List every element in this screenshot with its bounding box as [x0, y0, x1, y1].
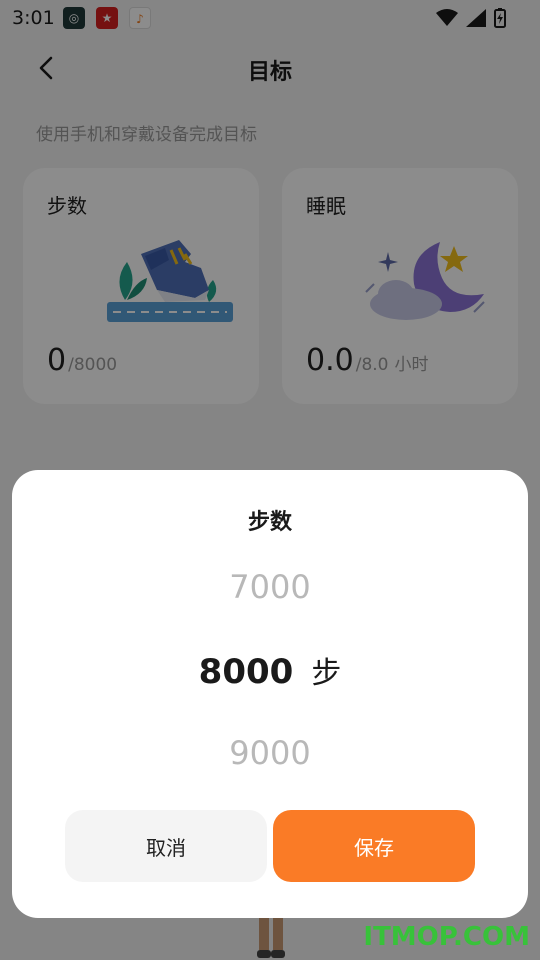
- goal-picker-dialog: 步数 7000 8000 步 9000 取消 保存: [12, 470, 528, 918]
- picker-option-selected[interactable]: 8000 步: [12, 648, 528, 692]
- cancel-button[interactable]: 取消: [65, 810, 267, 882]
- save-button[interactable]: 保存: [273, 810, 475, 882]
- picker-option-next[interactable]: 9000: [12, 734, 528, 772]
- number-picker[interactable]: 7000 8000 步 9000: [12, 560, 528, 780]
- picker-selected-value: 8000: [198, 652, 294, 692]
- picker-unit-label: 步: [311, 656, 342, 691]
- picker-option-prev[interactable]: 7000: [12, 568, 528, 606]
- dialog-title: 步数: [247, 510, 292, 535]
- watermark: ITMOP.COM: [363, 922, 530, 952]
